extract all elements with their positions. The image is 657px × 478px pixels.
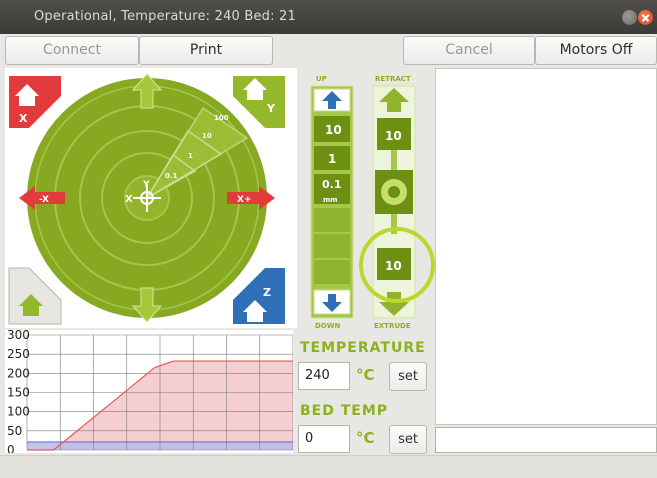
center-x-label: X — [125, 194, 133, 205]
center-y-label: Y — [142, 180, 150, 190]
temperature-unit: °C — [356, 366, 375, 384]
connect-button[interactable]: Connect — [5, 36, 139, 65]
xy-jog-panel: 100 10 1 0.1 X Y -X X+ X Y Z — [5, 68, 297, 328]
home-all-button[interactable] — [8, 267, 62, 325]
window-title: Operational, Temperature: 240 Bed: 21 — [34, 9, 296, 24]
z-step-0-1-label: 0.1 — [322, 178, 342, 191]
jog-x-plus-label: X+ — [237, 195, 251, 205]
z-unit-label: mm — [323, 196, 338, 204]
temperature-heading: TEMPERATURE — [300, 340, 426, 356]
z-down-arrow-icon[interactable] — [313, 289, 351, 315]
temperature-input[interactable]: 240 — [298, 362, 350, 390]
temperature-graph: 300 250 200 150 100 50 0 — [5, 330, 293, 453]
bed-temp-heading: BED TEMP — [300, 403, 389, 419]
command-input[interactable] — [435, 427, 657, 453]
step-label-1: 1 — [188, 152, 193, 160]
bed-temp-unit: °C — [356, 429, 375, 447]
home-z-button[interactable]: Z — [233, 268, 285, 324]
retract-label: RETRACT — [375, 75, 411, 83]
y-tick-label: 150 — [7, 386, 30, 400]
home-x-label: X — [19, 112, 28, 125]
z-step-10-label: 10 — [325, 123, 342, 137]
cancel-button[interactable]: Cancel — [403, 36, 535, 65]
minimize-button[interactable] — [622, 10, 637, 25]
y-tick-label: 50 — [7, 424, 22, 438]
print-button[interactable]: Print — [139, 36, 273, 65]
y-tick-label: 250 — [7, 347, 30, 361]
step-label-0-1: 0.1 — [165, 172, 178, 180]
extruder-gear-icon — [375, 170, 413, 214]
z-up-arrow-icon[interactable] — [313, 88, 351, 112]
y-tick-label: 200 — [7, 366, 30, 380]
jog-x-minus-label: -X — [39, 195, 49, 205]
motors-off-button[interactable]: Motors Off — [535, 36, 657, 65]
home-x-button[interactable]: X — [9, 76, 61, 128]
home-z-label: Z — [263, 286, 271, 299]
retract-amount-label: 10 — [385, 129, 402, 143]
bed-temp-set-button[interactable]: set — [389, 425, 427, 454]
window-titlebar: Operational, Temperature: 240 Bed: 21 — [0, 0, 657, 34]
temperature-set-button[interactable]: set — [389, 362, 427, 391]
bed-temp-input[interactable]: 0 — [298, 425, 350, 453]
y-tick-label: 100 — [7, 405, 30, 419]
status-bar — [0, 455, 657, 478]
home-y-label: Y — [266, 102, 276, 115]
y-tick-label: 0 — [7, 443, 15, 453]
z-step-1-label: 1 — [328, 152, 336, 166]
close-button[interactable] — [638, 10, 653, 25]
home-y-button[interactable]: Y — [233, 76, 285, 128]
console-log[interactable] — [435, 68, 657, 425]
y-tick-label: 300 — [7, 330, 30, 342]
z-up-label: UP — [316, 75, 327, 83]
z-down-label: DOWN — [315, 322, 340, 330]
step-label-10: 10 — [202, 132, 212, 140]
extrude-label: EXTRUDE — [374, 322, 411, 330]
step-label-100: 100 — [214, 114, 229, 122]
